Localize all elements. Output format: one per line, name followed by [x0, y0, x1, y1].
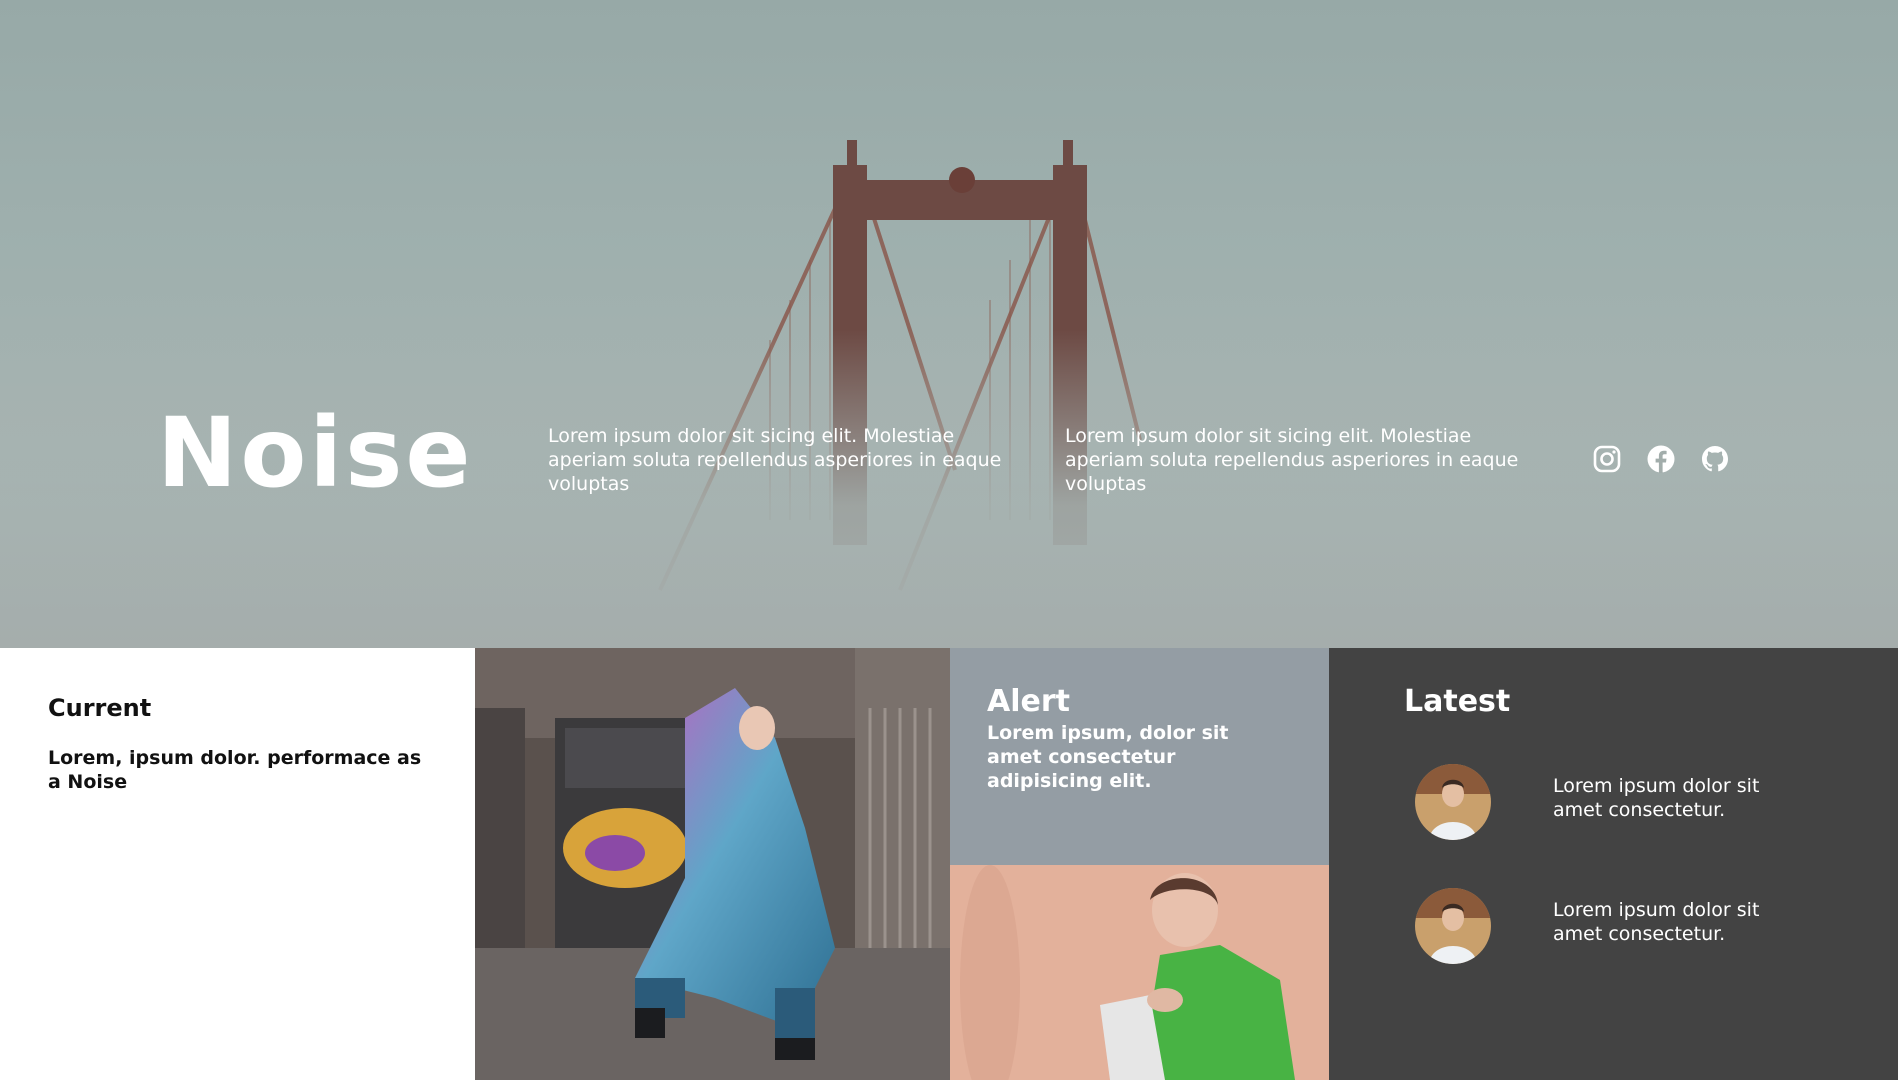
portrait-photo	[950, 865, 1329, 1080]
alert-title: Alert	[987, 684, 1070, 719]
current-section: Current Lorem, ipsum dolor. performace a…	[0, 648, 475, 1080]
instagram-icon[interactable]	[1592, 444, 1622, 474]
latest-item[interactable]: Lorem ipsum dolor sit amet consectetur.	[1415, 888, 1875, 964]
facebook-icon[interactable]	[1646, 444, 1676, 474]
latest-title: Latest	[1404, 684, 1511, 719]
github-icon[interactable]	[1700, 444, 1730, 474]
hero-text-1: Lorem ipsum dolor sit sicing elit. Moles…	[548, 425, 1002, 495]
hero-section: Noise Lorem ipsum dolor sit sicing elit.…	[0, 0, 1898, 648]
site-title: Noise	[157, 397, 474, 509]
social-links	[1592, 444, 1730, 474]
latest-item-text: Lorem ipsum dolor sit amet consectetur.	[1553, 899, 1760, 945]
alert-section: Alert Lorem ipsum, dolor sit amet consec…	[950, 648, 1329, 865]
current-title: Current	[48, 694, 152, 722]
hero-text-2: Lorem ipsum dolor sit sicing elit. Moles…	[1065, 425, 1519, 495]
current-text: Lorem, ipsum dolor. performace as a Nois…	[48, 747, 422, 793]
latest-section: Latest Lorem ipsum dolor sit amet consec…	[1329, 648, 1898, 1080]
alert-text: Lorem ipsum, dolor sit amet consectetur …	[987, 722, 1229, 792]
avatar	[1415, 764, 1491, 840]
avatar	[1415, 888, 1491, 964]
street-fashion-photo	[475, 648, 950, 1080]
latest-item[interactable]: Lorem ipsum dolor sit amet consectetur.	[1415, 764, 1875, 840]
bridge-background-image	[0, 140, 1898, 648]
latest-item-text: Lorem ipsum dolor sit amet consectetur.	[1553, 775, 1760, 821]
